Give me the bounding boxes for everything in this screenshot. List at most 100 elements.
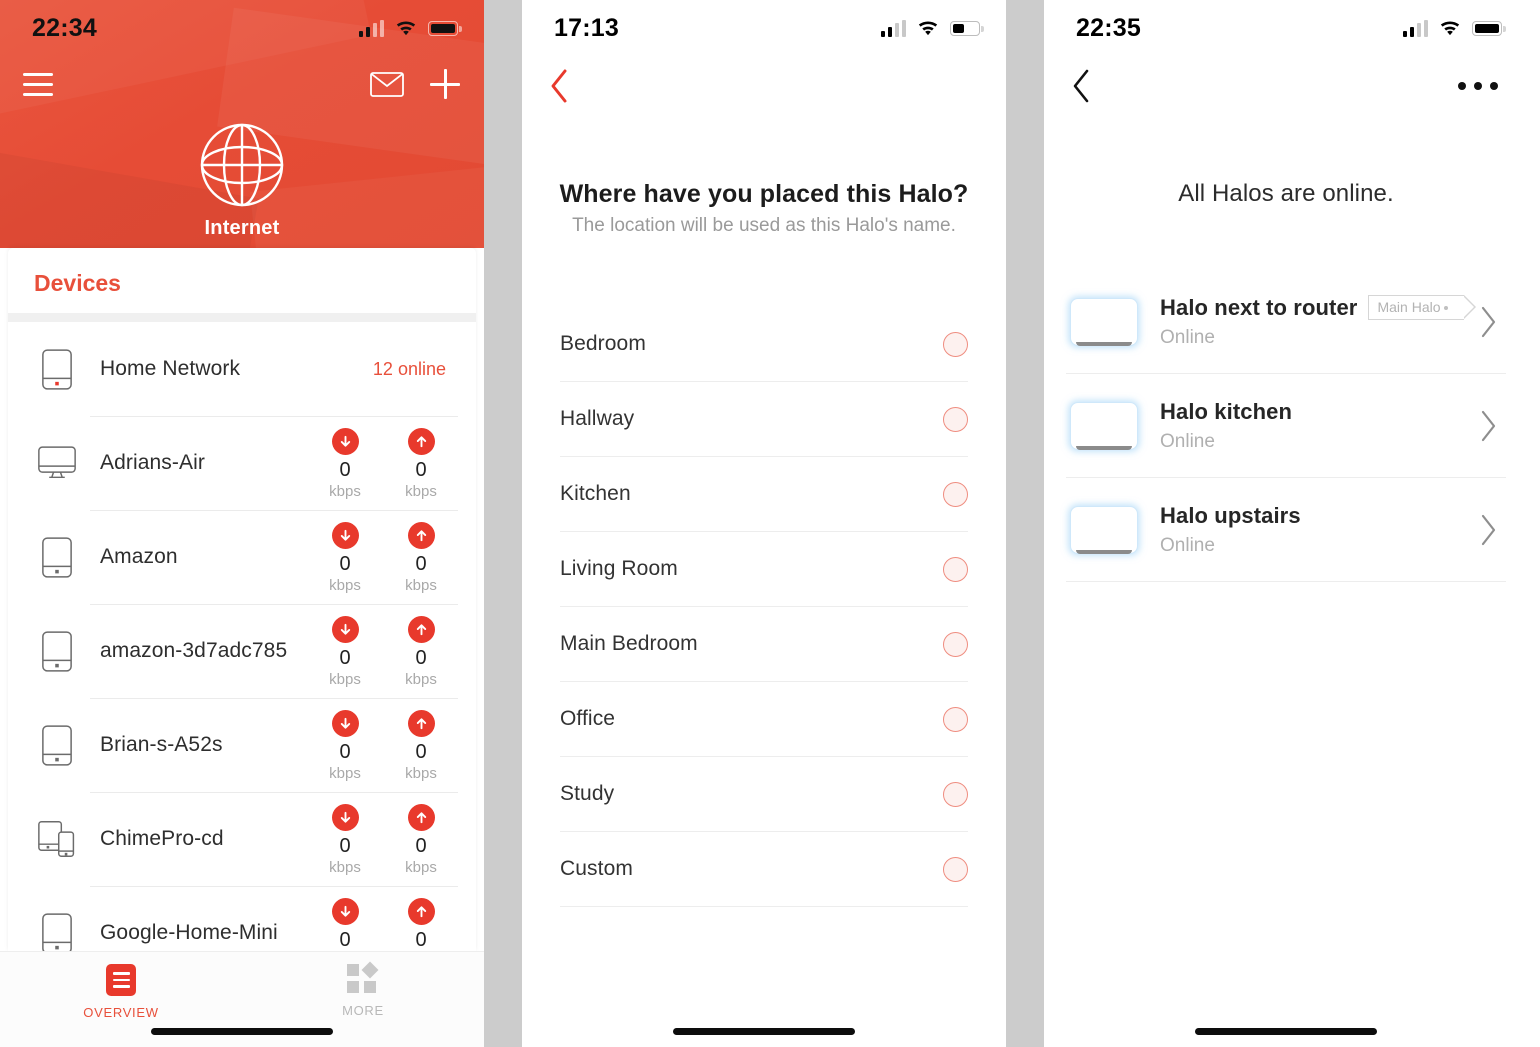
radio-button[interactable] xyxy=(943,631,968,657)
hamburger-menu-icon[interactable] xyxy=(18,69,58,99)
location-option-hallway[interactable]: Hallway xyxy=(560,382,968,457)
download-arrow-icon xyxy=(331,427,359,455)
device-speeds: 0 kbps 0 kbps xyxy=(320,521,454,593)
phone-screen-overview: 22:34 Internet Devices Home Network 12 o… xyxy=(0,0,484,1047)
page-title: All Halos are online. xyxy=(1178,180,1394,207)
download-value: 0 xyxy=(339,928,351,951)
plus-icon[interactable] xyxy=(430,69,460,99)
device-name: Brian-s-A52s xyxy=(100,733,223,756)
list-item[interactable]: Home Network 12 online xyxy=(8,322,476,416)
radio-button[interactable] xyxy=(943,481,968,507)
location-label: Kitchen xyxy=(560,482,631,505)
more-dots-icon[interactable] xyxy=(1458,82,1498,90)
halo-name: Halo next to router xyxy=(1160,294,1358,320)
chevron-left-icon[interactable] xyxy=(548,67,570,105)
chevron-left-icon[interactable] xyxy=(1070,67,1092,105)
upload-value: 0 xyxy=(415,928,427,951)
device-name: Google-Home-Mini xyxy=(100,921,278,944)
location-option-office[interactable]: Office xyxy=(560,682,968,757)
status-time: 17:13 xyxy=(554,13,619,42)
list-item[interactable]: Halo kitchen Online xyxy=(1066,374,1506,478)
location-option-custom[interactable]: Custom xyxy=(560,832,968,907)
radio-button[interactable] xyxy=(943,706,968,732)
cellular-signal-icon xyxy=(880,19,906,37)
radio-button[interactable] xyxy=(943,331,968,357)
tablet-and-phone-device-icon xyxy=(32,820,82,858)
main-halo-badge: Main Halo xyxy=(1368,294,1476,321)
halo-list: Halo next to router Main Halo Online Hal… xyxy=(1044,270,1528,582)
list-item[interactable]: ChimePro-cd 0 kbps 0 kbps xyxy=(8,792,476,886)
location-label: Main Bedroom xyxy=(560,632,698,655)
location-option-living-room[interactable]: Living Room xyxy=(560,532,968,607)
download-speed: 0 kbps xyxy=(320,897,370,952)
upload-arrow-icon xyxy=(407,897,435,925)
battery-icon xyxy=(1472,20,1506,36)
device-name: amazon-3d7adc785 xyxy=(100,639,288,662)
upload-value: 0 xyxy=(415,458,427,481)
upload-value: 0 xyxy=(415,740,427,763)
halo-body: Halo upstairs Online xyxy=(1138,503,1478,557)
radio-button[interactable] xyxy=(943,406,968,432)
location-option-bedroom[interactable]: Bedroom xyxy=(560,307,968,382)
list-item[interactable]: Brian-s-A52s 0 kbps 0 kbps xyxy=(8,698,476,792)
location-option-kitchen[interactable]: Kitchen xyxy=(560,457,968,532)
device-speeds: 0 kbps 0 kbps xyxy=(320,897,454,952)
download-speed: 0 kbps xyxy=(320,427,370,499)
location-label: Custom xyxy=(560,857,633,880)
home-indicator xyxy=(151,1028,333,1035)
halo-title-line: Halo next to router Main Halo xyxy=(1160,295,1478,321)
devices-section-title: Devices xyxy=(34,270,121,296)
list-item[interactable]: Amazon 0 kbps 0 kbps xyxy=(8,510,476,604)
radio-button[interactable] xyxy=(943,556,968,582)
upload-speed: 0 kbps xyxy=(396,709,446,781)
upload-speed: 0 kbps xyxy=(396,427,446,499)
upload-arrow-icon xyxy=(407,521,435,549)
location-options-list: Bedroom Hallway Kitchen Living Room Main… xyxy=(522,307,1006,907)
radio-button[interactable] xyxy=(943,781,968,807)
download-speed: 0 kbps xyxy=(320,615,370,687)
upload-speed: 0 kbps xyxy=(396,521,446,593)
halo-body: Halo next to router Main Halo Online xyxy=(1138,295,1478,349)
internet-hero-header: 22:34 Internet xyxy=(0,0,484,248)
hero-actions xyxy=(370,69,460,99)
more-grid-icon xyxy=(347,961,379,994)
navigation-bar xyxy=(522,56,1006,116)
tab-overview-label: OVERVIEW xyxy=(83,1005,159,1020)
hero-center: Internet xyxy=(0,122,484,240)
location-option-study[interactable]: Study xyxy=(560,757,968,832)
download-arrow-icon xyxy=(331,897,359,925)
battery-icon xyxy=(428,20,462,36)
upload-value: 0 xyxy=(415,552,427,575)
list-item[interactable]: Halo upstairs Online xyxy=(1066,478,1506,582)
mail-icon[interactable] xyxy=(370,71,404,97)
phone-device-icon xyxy=(32,630,82,672)
list-item[interactable]: Halo next to router Main Halo Online xyxy=(1066,270,1506,374)
phone-screen-halo-location-picker: 17:13 Where have you placed this Halo? T… xyxy=(522,0,1006,1047)
tablet-device-icon xyxy=(32,536,82,578)
list-item[interactable]: Google-Home-Mini 0 kbps xyxy=(8,886,476,951)
radio-button[interactable] xyxy=(943,856,968,882)
upload-arrow-icon xyxy=(407,803,435,831)
location-label: Hallway xyxy=(560,407,635,430)
wifi-icon xyxy=(1439,20,1461,37)
location-label: Office xyxy=(560,707,616,730)
download-speed: 0 kbps xyxy=(320,521,370,593)
status-icons xyxy=(1402,19,1506,37)
upload-value: 0 xyxy=(415,834,427,857)
upload-unit: kbps xyxy=(405,858,437,876)
device-speeds: 0 kbps 0 kbps xyxy=(320,803,454,876)
home-indicator xyxy=(1195,1028,1377,1035)
download-arrow-icon xyxy=(331,709,359,737)
device-speeds: 0 kbps 0 kbps xyxy=(320,427,454,499)
halo-title-line: Halo kitchen xyxy=(1160,399,1478,425)
home-indicator xyxy=(673,1028,855,1035)
location-option-main-bedroom[interactable]: Main Bedroom xyxy=(560,607,968,682)
upload-arrow-icon xyxy=(407,427,435,455)
download-unit: kbps xyxy=(329,764,361,782)
halo-body: Halo kitchen Online xyxy=(1138,399,1478,453)
upload-arrow-icon xyxy=(407,615,435,643)
device-list: Home Network 12 online Adrians-Air 0 kbp… xyxy=(8,322,476,951)
list-item[interactable]: amazon-3d7adc785 0 kbps 0 kbps xyxy=(8,604,476,698)
download-speed: 0 kbps xyxy=(320,803,370,875)
list-item[interactable]: Adrians-Air 0 kbps 0 kbps xyxy=(8,416,476,510)
